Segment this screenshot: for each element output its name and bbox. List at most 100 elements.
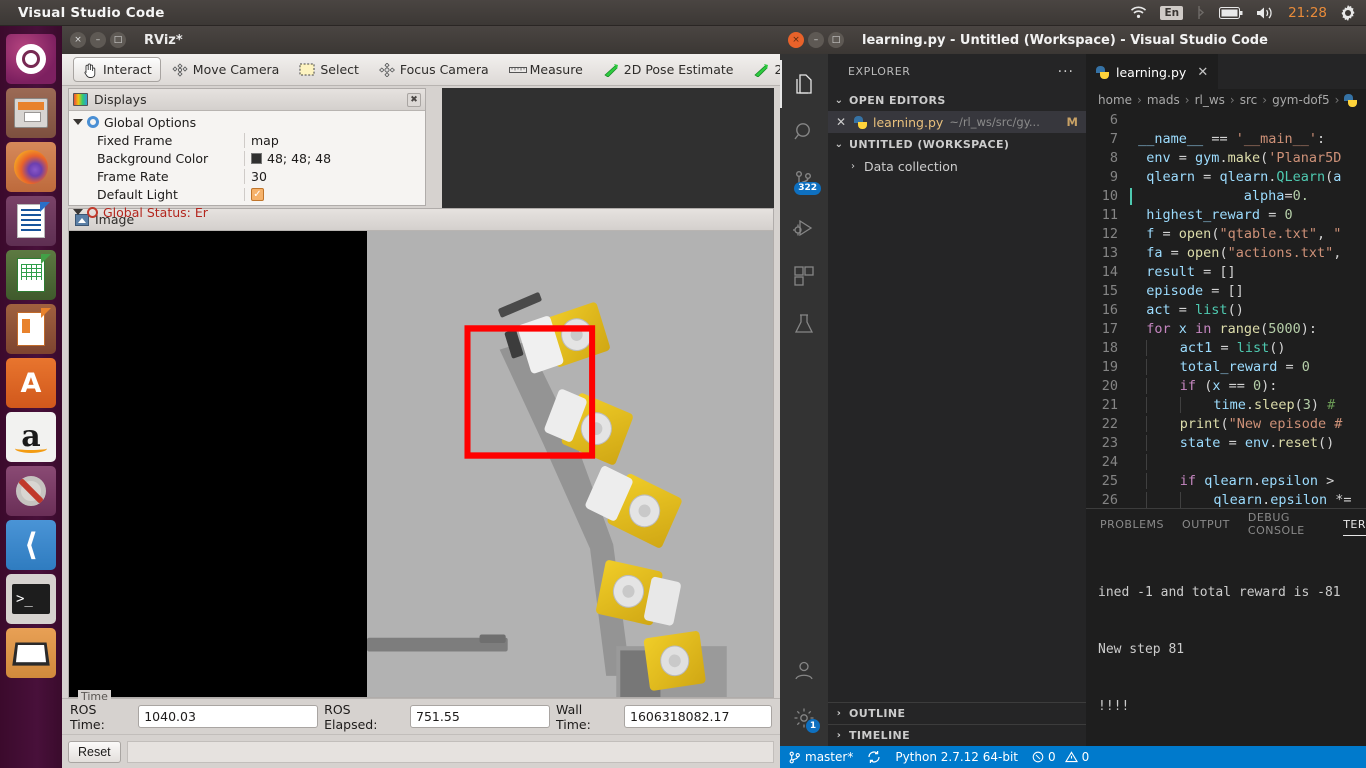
launcher-item-terminal[interactable]: >_ xyxy=(6,574,56,624)
launcher-item-libreoffice-impress[interactable] xyxy=(6,304,56,354)
tab-terminal[interactable]: TER xyxy=(1343,509,1366,539)
tool-move-camera[interactable]: Move Camera xyxy=(163,57,289,82)
checkbox-checked-icon[interactable]: ✓ xyxy=(251,187,264,201)
displays-close-button[interactable]: ✖ xyxy=(407,92,421,107)
move-camera-icon xyxy=(172,62,188,77)
code-text: result = [] xyxy=(1146,264,1236,280)
launcher-item-ubuntu-software[interactable]: A xyxy=(6,358,56,408)
status-problems[interactable]: 0 0 xyxy=(1032,750,1089,764)
display-row-frame-rate[interactable]: Frame Rate 30 xyxy=(69,167,425,185)
testing-flask-icon[interactable] xyxy=(780,300,828,348)
rviz-maximize-button[interactable]: □ xyxy=(110,32,126,48)
frame-rate-value[interactable]: 30 xyxy=(244,168,425,184)
section-outline[interactable]: › OUTLINE xyxy=(828,702,1086,724)
displays-group-row[interactable]: Global Options xyxy=(69,113,425,131)
tab-problems[interactable]: PROBLEMS xyxy=(1100,509,1164,539)
top-panel-app-title[interactable]: Visual Studio Code xyxy=(18,5,165,21)
volume-icon[interactable] xyxy=(1256,6,1275,20)
sync-icon[interactable] xyxy=(867,750,881,764)
image-panel-content[interactable] xyxy=(69,231,773,697)
tool-select[interactable]: Select xyxy=(290,57,368,82)
gear-icon[interactable] xyxy=(1340,4,1356,21)
open-editor-item-learning-py[interactable]: ✕ learning.py ~/rl_ws/src/gy... M xyxy=(828,111,1086,133)
rviz-close-button[interactable]: × xyxy=(70,32,86,48)
section-timeline[interactable]: › TIMELINE xyxy=(828,724,1086,746)
launcher-item-system-settings[interactable] xyxy=(6,466,56,516)
panel-tabs: PROBLEMS OUTPUT DEBUG CONSOLE TER xyxy=(1086,509,1366,539)
display-row-global-status[interactable]: Global Status: Er xyxy=(69,203,425,221)
ros-time-input[interactable] xyxy=(138,705,319,728)
search-icon[interactable] xyxy=(780,108,828,156)
default-light-label: Default Light xyxy=(97,186,178,202)
tool-interact[interactable]: Interact xyxy=(73,57,161,82)
expand-triangle-icon[interactable] xyxy=(73,119,83,125)
tool-focus-camera[interactable]: Focus Camera xyxy=(370,57,498,82)
manage-gear-icon[interactable]: 1 xyxy=(780,694,828,742)
launcher-item-amazon[interactable]: a xyxy=(6,412,56,462)
tool-2d-nav-goal[interactable]: 2D Nav Goal xyxy=(744,57,780,82)
tool-2d-pose-estimate[interactable]: 2D Pose Estimate xyxy=(594,57,743,82)
launcher-item-rviz[interactable] xyxy=(6,628,56,678)
breadcrumb-item-mads[interactable]: mads xyxy=(1147,93,1180,107)
global-options-label: Global Options xyxy=(104,114,197,130)
extensions-icon[interactable] xyxy=(780,252,828,300)
launcher-item-files[interactable] xyxy=(6,88,56,138)
rviz-minimize-button[interactable]: – xyxy=(90,32,106,48)
clock[interactable]: 21:28 xyxy=(1288,5,1327,21)
explorer-sidebar: EXPLORER ··· ⌄ OPEN EDITORS ✕ learning.p… xyxy=(828,54,1086,746)
vscode-titlebar[interactable]: × – □ learning.py - Untitled (Workspace)… xyxy=(780,26,1366,54)
explorer-icon[interactable] xyxy=(780,60,828,108)
breadcrumb-separator: › xyxy=(1262,93,1268,107)
section-open-editors[interactable]: ⌄ OPEN EDITORS xyxy=(828,89,1086,111)
source-control-icon[interactable]: 322 xyxy=(780,156,828,204)
account-icon[interactable] xyxy=(780,646,828,694)
breadcrumb-item-src[interactable]: src xyxy=(1240,93,1258,107)
display-row-fixed-frame[interactable]: Fixed Frame map xyxy=(69,131,425,149)
status-interpreter[interactable]: Python 2.7.12 64-bit xyxy=(895,750,1018,764)
status-branch[interactable]: master* xyxy=(788,750,853,764)
close-icon[interactable]: ✕ xyxy=(834,115,848,129)
wifi-icon[interactable] xyxy=(1130,6,1147,19)
default-light-value-cell[interactable]: ✓ xyxy=(244,187,425,201)
tab-learning-py[interactable]: learning.py ✕ xyxy=(1086,54,1219,89)
wall-time-input[interactable] xyxy=(624,705,772,728)
reset-button[interactable]: Reset xyxy=(68,740,121,763)
vscode-maximize-button[interactable]: □ xyxy=(828,32,844,48)
launcher-item-vscode[interactable]: ⟨ xyxy=(6,520,56,570)
vscode-minimize-button[interactable]: – xyxy=(808,32,824,48)
display-row-default-light[interactable]: Default Light ✓ xyxy=(69,185,425,203)
tab-close-icon[interactable]: ✕ xyxy=(1197,65,1208,80)
expand-triangle-icon[interactable] xyxy=(73,209,83,215)
breadcrumb-item-home[interactable]: home xyxy=(1098,93,1132,107)
displays-panel: Displays ✖ Global Options Fixed Frame ma… xyxy=(68,88,426,220)
launcher-item-libreoffice-calc[interactable] xyxy=(6,250,56,300)
tree-item-data-collection[interactable]: › Data collection xyxy=(828,155,1086,177)
launcher-item-firefox[interactable] xyxy=(6,142,56,192)
launcher-item-ubuntu-dash[interactable] xyxy=(6,34,56,84)
tab-output[interactable]: OUTPUT xyxy=(1182,509,1230,539)
launcher-item-libreoffice-writer[interactable] xyxy=(6,196,56,246)
display-row-background-color[interactable]: Background Color 48; 48; 48 xyxy=(69,149,425,167)
code-editor[interactable]: 6 7 __name__ == '__main__': 8 env = gym.… xyxy=(1086,111,1366,508)
run-and-debug-icon[interactable] xyxy=(780,204,828,252)
tab-debug-console[interactable]: DEBUG CONSOLE xyxy=(1248,509,1325,539)
ros-elapsed-input[interactable] xyxy=(410,705,551,728)
background-color-value-cell[interactable]: 48; 48; 48 xyxy=(244,150,425,166)
tool-measure[interactable]: Measure xyxy=(500,57,592,82)
breadcrumb-item-gym-dof5[interactable]: gym-dof5 xyxy=(1272,93,1330,107)
bluetooth-icon[interactable] xyxy=(1196,5,1206,20)
green-arrow-icon xyxy=(603,63,619,78)
rviz-titlebar[interactable]: × – □ RViz* xyxy=(62,26,780,54)
rviz-3d-viewport[interactable] xyxy=(442,88,774,208)
more-actions-icon[interactable]: ··· xyxy=(1058,64,1074,80)
chevron-right-icon: › xyxy=(836,730,842,741)
fixed-frame-value[interactable]: map xyxy=(244,132,425,148)
keyboard-layout-indicator[interactable]: En xyxy=(1160,5,1184,20)
battery-icon[interactable] xyxy=(1219,6,1243,19)
breadcrumb-item-rl-ws[interactable]: rl_ws xyxy=(1195,93,1225,107)
code-line: 17 for x in range(5000): xyxy=(1086,320,1366,339)
section-workspace[interactable]: ⌄ UNTITLED (WORKSPACE) xyxy=(828,133,1086,155)
vscode-close-button[interactable]: × xyxy=(788,32,804,48)
open-editor-name: learning.py xyxy=(873,114,944,130)
terminal-output[interactable]: ined -1 and total reward is -81 New step… xyxy=(1086,539,1366,746)
